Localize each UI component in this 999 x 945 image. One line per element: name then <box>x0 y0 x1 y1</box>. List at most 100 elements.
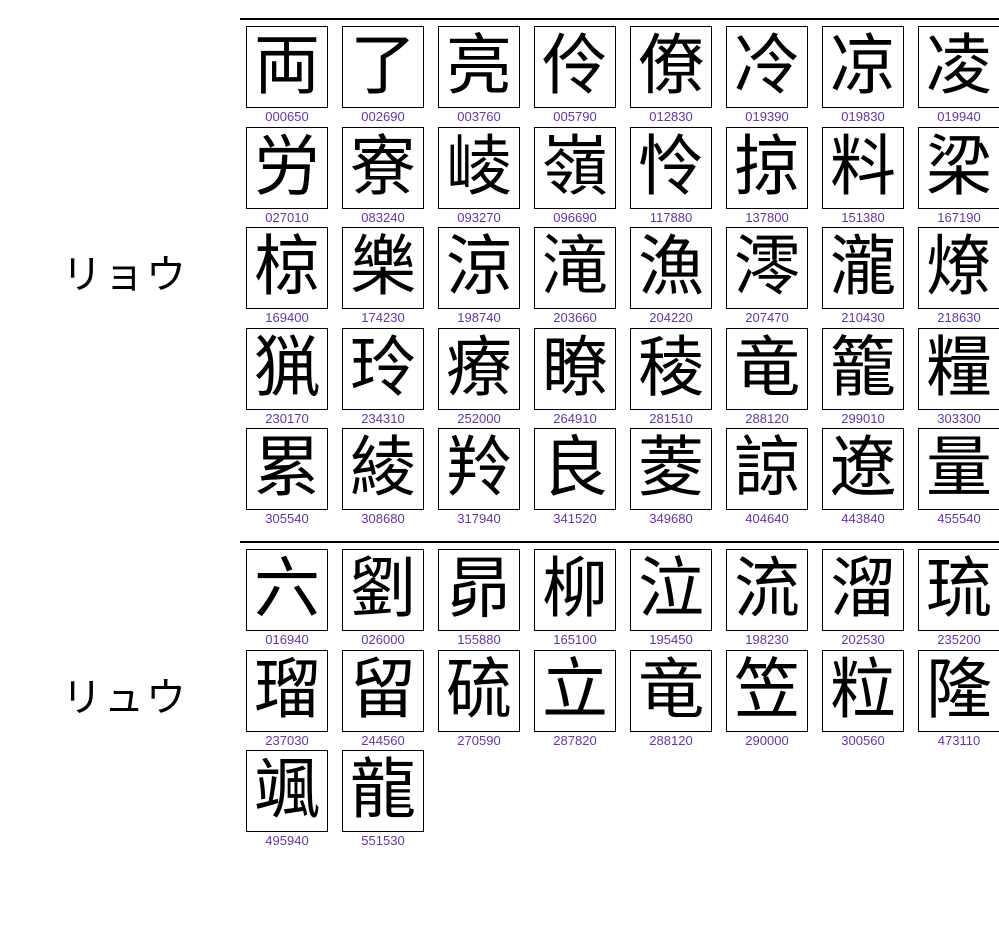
kanji-cell[interactable]: 竜288120 <box>624 650 718 749</box>
kanji-cell[interactable]: 竜288120 <box>720 328 814 427</box>
kanji-cell[interactable]: 硫270590 <box>432 650 526 749</box>
kanji-cell[interactable]: 籠299010 <box>816 328 910 427</box>
kanji-cell[interactable]: 溜202530 <box>816 549 910 648</box>
kanji-glyph: 了 <box>342 26 424 108</box>
kanji-cell[interactable]: 諒404640 <box>720 428 814 527</box>
kanji-cell[interactable]: 澪207470 <box>720 227 814 326</box>
kanji-glyph: 遼 <box>822 428 904 510</box>
kanji-cell[interactable]: 涼198740 <box>432 227 526 326</box>
kanji-cell[interactable]: 菱349680 <box>624 428 718 527</box>
kanji-cell[interactable]: 掠137800 <box>720 127 814 226</box>
kanji-cell[interactable]: 颯495940 <box>240 750 334 849</box>
kanji-cell[interactable]: 凌019940 <box>912 26 999 125</box>
kanji-glyph: 瀧 <box>822 227 904 309</box>
kanji-glyph: 琉 <box>918 549 999 631</box>
kanji-code: 404640 <box>720 511 814 527</box>
kanji-cell[interactable]: 瑠237030 <box>240 650 334 749</box>
kanji-cell[interactable]: 了002690 <box>336 26 430 125</box>
kanji-cell[interactable]: 綾308680 <box>336 428 430 527</box>
kanji-cell[interactable]: 僚012830 <box>624 26 718 125</box>
kanji-code: 026000 <box>336 632 430 648</box>
kanji-cell[interactable]: 立287820 <box>528 650 622 749</box>
kanji-cell[interactable]: 瞭264910 <box>528 328 622 427</box>
kanji-cell[interactable]: 漁204220 <box>624 227 718 326</box>
kanji-glyph: 稜 <box>630 328 712 410</box>
kanji-glyph: 菱 <box>630 428 712 510</box>
kanji-code: 299010 <box>816 411 910 427</box>
kanji-glyph: 寮 <box>342 127 424 209</box>
kanji-glyph: 燎 <box>918 227 999 309</box>
kanji-cell[interactable]: 療252000 <box>432 328 526 427</box>
kanji-cell[interactable]: 笠290000 <box>720 650 814 749</box>
kanji-cell[interactable]: 亮003760 <box>432 26 526 125</box>
kanji-code: 473110 <box>912 733 999 749</box>
kanji-glyph: 溜 <box>822 549 904 631</box>
kanji-glyph: 留 <box>342 650 424 732</box>
kanji-cell[interactable]: 燎218630 <box>912 227 999 326</box>
kanji-cell[interactable]: 伶005790 <box>528 26 622 125</box>
kanji-code: 195450 <box>624 632 718 648</box>
kanji-glyph: 立 <box>534 650 616 732</box>
kanji-cell[interactable]: 柳165100 <box>528 549 622 648</box>
kanji-cell[interactable]: 泣195450 <box>624 549 718 648</box>
kanji-cell[interactable]: 糧303300 <box>912 328 999 427</box>
kanji-cell[interactable]: 寮083240 <box>336 127 430 226</box>
kanji-glyph: 累 <box>246 428 328 510</box>
kanji-glyph: 怜 <box>630 127 712 209</box>
kanji-cell[interactable]: 怜117880 <box>624 127 718 226</box>
kanji-cell[interactable]: 龍551530 <box>336 750 430 849</box>
kanji-glyph: 竜 <box>630 650 712 732</box>
kanji-cell[interactable]: 稜281510 <box>624 328 718 427</box>
kanji-cell[interactable]: 遼443840 <box>816 428 910 527</box>
kanji-grid: 両000650了002690亮003760伶005790僚012830冷0193… <box>240 26 999 529</box>
kanji-glyph: 隆 <box>918 650 999 732</box>
kanji-cell[interactable]: 瀧210430 <box>816 227 910 326</box>
kanji-glyph: 泣 <box>630 549 712 631</box>
kanji-code: 117880 <box>624 210 718 226</box>
kanji-code: 174230 <box>336 310 430 326</box>
kanji-glyph: 労 <box>246 127 328 209</box>
kanji-cell[interactable]: 昴155880 <box>432 549 526 648</box>
kanji-cell[interactable]: 玲234310 <box>336 328 430 427</box>
kanji-glyph: 療 <box>438 328 520 410</box>
kanji-cell[interactable]: 猟230170 <box>240 328 334 427</box>
kanji-code: 003760 <box>432 109 526 125</box>
kanji-code: 237030 <box>240 733 334 749</box>
kanji-code: 300560 <box>816 733 910 749</box>
kanji-cell[interactable]: 六016940 <box>240 549 334 648</box>
kanji-code: 455540 <box>912 511 999 527</box>
kanji-cell[interactable]: 羚317940 <box>432 428 526 527</box>
kanji-cell[interactable]: 凉019830 <box>816 26 910 125</box>
kanji-cell[interactable]: 崚093270 <box>432 127 526 226</box>
kanji-code: 198230 <box>720 632 814 648</box>
kanji-cell[interactable]: 流198230 <box>720 549 814 648</box>
kanji-cell[interactable]: 累305540 <box>240 428 334 527</box>
kanji-code: 305540 <box>240 511 334 527</box>
kanji-glyph: 笠 <box>726 650 808 732</box>
kanji-glyph: 僚 <box>630 26 712 108</box>
kanji-cell[interactable]: 嶺096690 <box>528 127 622 226</box>
kanji-cell[interactable]: 両000650 <box>240 26 334 125</box>
kanji-cell[interactable]: 隆473110 <box>912 650 999 749</box>
kanji-code: 252000 <box>432 411 526 427</box>
kanji-cell[interactable]: 留244560 <box>336 650 430 749</box>
kanji-code: 244560 <box>336 733 430 749</box>
kanji-cell[interactable]: 琉235200 <box>912 549 999 648</box>
reading-section: リュウ六016940劉026000昴155880柳165100泣195450流1… <box>10 533 989 855</box>
kanji-cell[interactable]: 滝203660 <box>528 227 622 326</box>
kanji-code: 218630 <box>912 310 999 326</box>
section-divider <box>240 541 999 543</box>
kanji-cell[interactable]: 粒300560 <box>816 650 910 749</box>
kanji-cell[interactable]: 劉026000 <box>336 549 430 648</box>
kanji-cell[interactable]: 量455540 <box>912 428 999 527</box>
kanji-cell[interactable]: 椋169400 <box>240 227 334 326</box>
kanji-cell[interactable]: 良341520 <box>528 428 622 527</box>
kanji-code: 234310 <box>336 411 430 427</box>
kanji-glyph: 硫 <box>438 650 520 732</box>
kanji-cell[interactable]: 樂174230 <box>336 227 430 326</box>
kanji-cell[interactable]: 料151380 <box>816 127 910 226</box>
kanji-glyph: 嶺 <box>534 127 616 209</box>
kanji-cell[interactable]: 冷019390 <box>720 26 814 125</box>
kanji-cell[interactable]: 梁167190 <box>912 127 999 226</box>
kanji-cell[interactable]: 労027010 <box>240 127 334 226</box>
